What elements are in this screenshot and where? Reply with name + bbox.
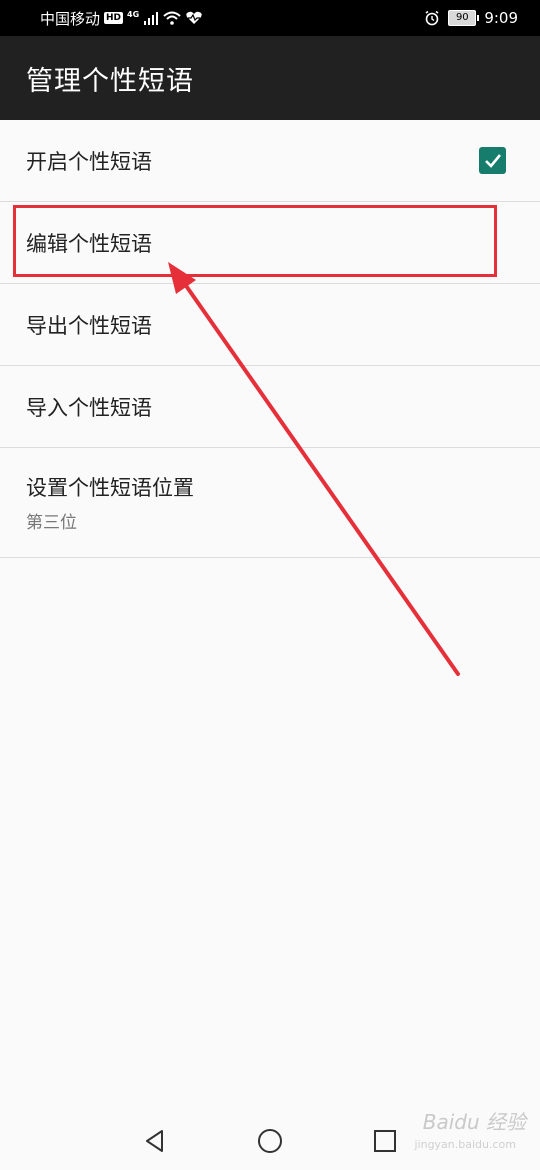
carrier-name: 中国移动 [40,9,101,28]
preference-list: 开启个性短语 编辑个性短语 导出个性短语 导入个性短语 设置个性短语位置 第三位 [0,120,540,558]
battery-icon: 90 [448,10,480,26]
alarm-icon [425,10,439,26]
pref-import-phrases[interactable]: 导入个性短语 [0,366,540,448]
signal-icon [144,12,159,25]
network-type: 4G [127,9,140,19]
hd-badge: HD [104,12,124,24]
pref-label: 开启个性短语 [26,149,152,174]
page-title: 管理个性短语 [26,65,194,97]
pref-export-phrases[interactable]: 导出个性短语 [0,284,540,366]
baidu-watermark-url: jingyan.baidu.com [414,1138,516,1151]
recent-apps-icon[interactable] [370,1126,400,1156]
pref-label: 设置个性短语位置 [26,476,194,500]
home-icon[interactable] [255,1126,285,1156]
wifi-icon [163,11,181,25]
status-bar: 中国移动 HD 4G 90 9:09 [0,0,540,36]
back-icon[interactable] [140,1126,170,1156]
pref-enable-phrases[interactable]: 开启个性短语 [0,120,540,202]
clock: 9:09 [484,9,518,27]
pref-label: 导入个性短语 [26,395,152,420]
enable-checkbox[interactable] [479,147,506,174]
check-icon [484,153,501,168]
pref-label: 编辑个性短语 [26,231,152,256]
pref-phrase-position[interactable]: 设置个性短语位置 第三位 [0,448,540,558]
status-left: 中国移动 HD 4G [40,8,203,29]
heart-rate-icon [186,11,202,24]
pref-edit-phrases[interactable]: 编辑个性短语 [0,202,540,284]
baidu-watermark: Baidu 经验 [422,1110,526,1134]
pref-summary: 第三位 [26,513,77,533]
status-right: 90 9:09 [424,9,518,27]
pref-label: 导出个性短语 [26,313,152,338]
app-bar: 管理个性短语 [0,36,540,120]
